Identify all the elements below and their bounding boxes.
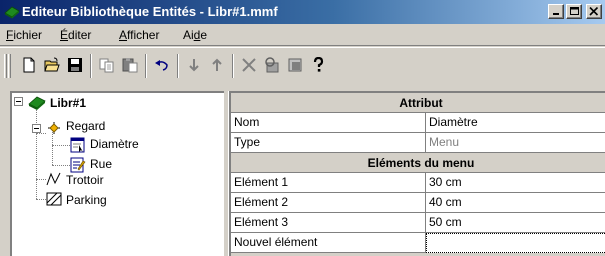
- table-row[interactable]: Elément 2 40 cm: [231, 193, 605, 213]
- table-row[interactable]: Type Menu: [231, 133, 605, 153]
- table-row[interactable]: Nouvel élément: [231, 233, 605, 253]
- move-down-button[interactable]: [183, 54, 205, 76]
- table-row[interactable]: Elément 1 30 cm: [231, 173, 605, 193]
- tree-item-diametre[interactable]: Diamètre: [90, 137, 139, 151]
- move-up-button[interactable]: [206, 54, 228, 76]
- toolbar-separator: [232, 54, 234, 78]
- property-value-type[interactable]: Menu: [426, 133, 605, 153]
- table-row[interactable]: Elément 3 50 cm: [231, 213, 605, 233]
- property-name: Elément 3: [231, 213, 426, 233]
- property-name: Type: [231, 133, 426, 153]
- tree-connector: [36, 199, 46, 200]
- export-icon: [288, 58, 302, 72]
- menu-aide[interactable]: Aide: [183, 28, 207, 42]
- properties-icon: [265, 57, 279, 73]
- properties-button[interactable]: [261, 54, 283, 76]
- menu-element-value[interactable]: 40 cm: [426, 193, 605, 213]
- library-tree[interactable]: Libr#1 Regard Diamètre Rue Trottoir Park…: [10, 91, 224, 256]
- editor-window: Editeur Bibliothèque Entités - Libr#1.mm…: [0, 0, 605, 256]
- property-name: Nouvel élément: [231, 233, 426, 253]
- toolbar: [0, 47, 605, 89]
- grid-header: Attribut: [231, 93, 605, 113]
- collapse-icon[interactable]: [32, 124, 41, 133]
- property-grid: Attribut Nom Diamètre Type Menu Eléments…: [229, 91, 605, 256]
- tree-item-trottoir[interactable]: Trottoir: [66, 173, 104, 187]
- table-row[interactable]: Nom Diamètre: [231, 113, 605, 133]
- property-name: Nom: [231, 113, 426, 133]
- help-icon: [313, 57, 324, 72]
- export-button[interactable]: [284, 54, 306, 76]
- toolbar-separator: [145, 54, 147, 78]
- delete-icon: [242, 58, 256, 72]
- collapse-icon[interactable]: [14, 97, 23, 106]
- regard-icon: [47, 121, 61, 138]
- toolbar-grip[interactable]: [4, 54, 7, 78]
- undo-button[interactable]: [151, 54, 173, 76]
- menu-editer[interactable]: Éditer: [60, 28, 91, 42]
- polyline-icon: [46, 172, 62, 189]
- open-button[interactable]: [41, 54, 63, 76]
- attribute-list-icon: [70, 137, 86, 156]
- save-icon: [68, 58, 82, 72]
- toolbar-grip[interactable]: [8, 54, 11, 78]
- tree-connector: [52, 165, 70, 166]
- tree-connector: [36, 133, 46, 134]
- window-title: Editeur Bibliothèque Entités - Libr#1.mm…: [22, 4, 278, 19]
- open-folder-icon: [44, 57, 60, 72]
- property-name: Elément 2: [231, 193, 426, 213]
- minimize-icon: [553, 13, 559, 15]
- copy-icon: [99, 58, 114, 73]
- library-icon: [28, 95, 46, 114]
- new-element-input[interactable]: [426, 233, 605, 253]
- tree-connector: [52, 145, 70, 146]
- menu-element-value[interactable]: 30 cm: [426, 173, 605, 193]
- tree-connector: [36, 179, 46, 180]
- menu-fichier[interactable]: Fichier: [6, 28, 42, 42]
- hatched-area-icon: [46, 192, 62, 209]
- toolbar-separator: [90, 54, 92, 78]
- property-name: Elément 1: [231, 173, 426, 193]
- move-up-icon: [212, 58, 222, 71]
- tree-item-rue[interactable]: Rue: [90, 157, 112, 171]
- app-icon: [4, 5, 20, 19]
- paste-button[interactable]: [119, 54, 141, 76]
- toolbar-separator: [177, 54, 179, 78]
- close-icon: [589, 7, 599, 16]
- menu-element-value[interactable]: 50 cm: [426, 213, 605, 233]
- save-button[interactable]: [64, 54, 86, 76]
- tree-item-libr1[interactable]: Libr#1: [50, 96, 86, 110]
- delete-button[interactable]: [238, 54, 260, 76]
- tree-item-parking[interactable]: Parking: [66, 193, 107, 207]
- maximize-icon: [570, 7, 579, 15]
- new-file-icon: [23, 57, 35, 73]
- menu-afficher[interactable]: Afficher: [119, 28, 159, 42]
- copy-button[interactable]: [96, 54, 118, 76]
- paste-icon: [122, 58, 138, 73]
- new-button[interactable]: [18, 54, 40, 76]
- maximize-button[interactable]: [566, 4, 582, 19]
- help-button[interactable]: [307, 54, 329, 76]
- tree-item-regard[interactable]: Regard: [66, 119, 105, 133]
- tree-connector: [36, 107, 37, 199]
- close-button[interactable]: [586, 4, 602, 19]
- minimize-button[interactable]: [548, 4, 564, 19]
- undo-icon: [155, 60, 168, 71]
- menu-bar: Fichier Éditer Afficher Aide: [0, 24, 605, 46]
- property-value-nom[interactable]: Diamètre: [426, 113, 605, 133]
- section-header: Eléments du menu: [231, 153, 605, 173]
- move-down-icon: [189, 59, 199, 72]
- title-bar[interactable]: Editeur Bibliothèque Entités - Libr#1.mm…: [0, 0, 605, 24]
